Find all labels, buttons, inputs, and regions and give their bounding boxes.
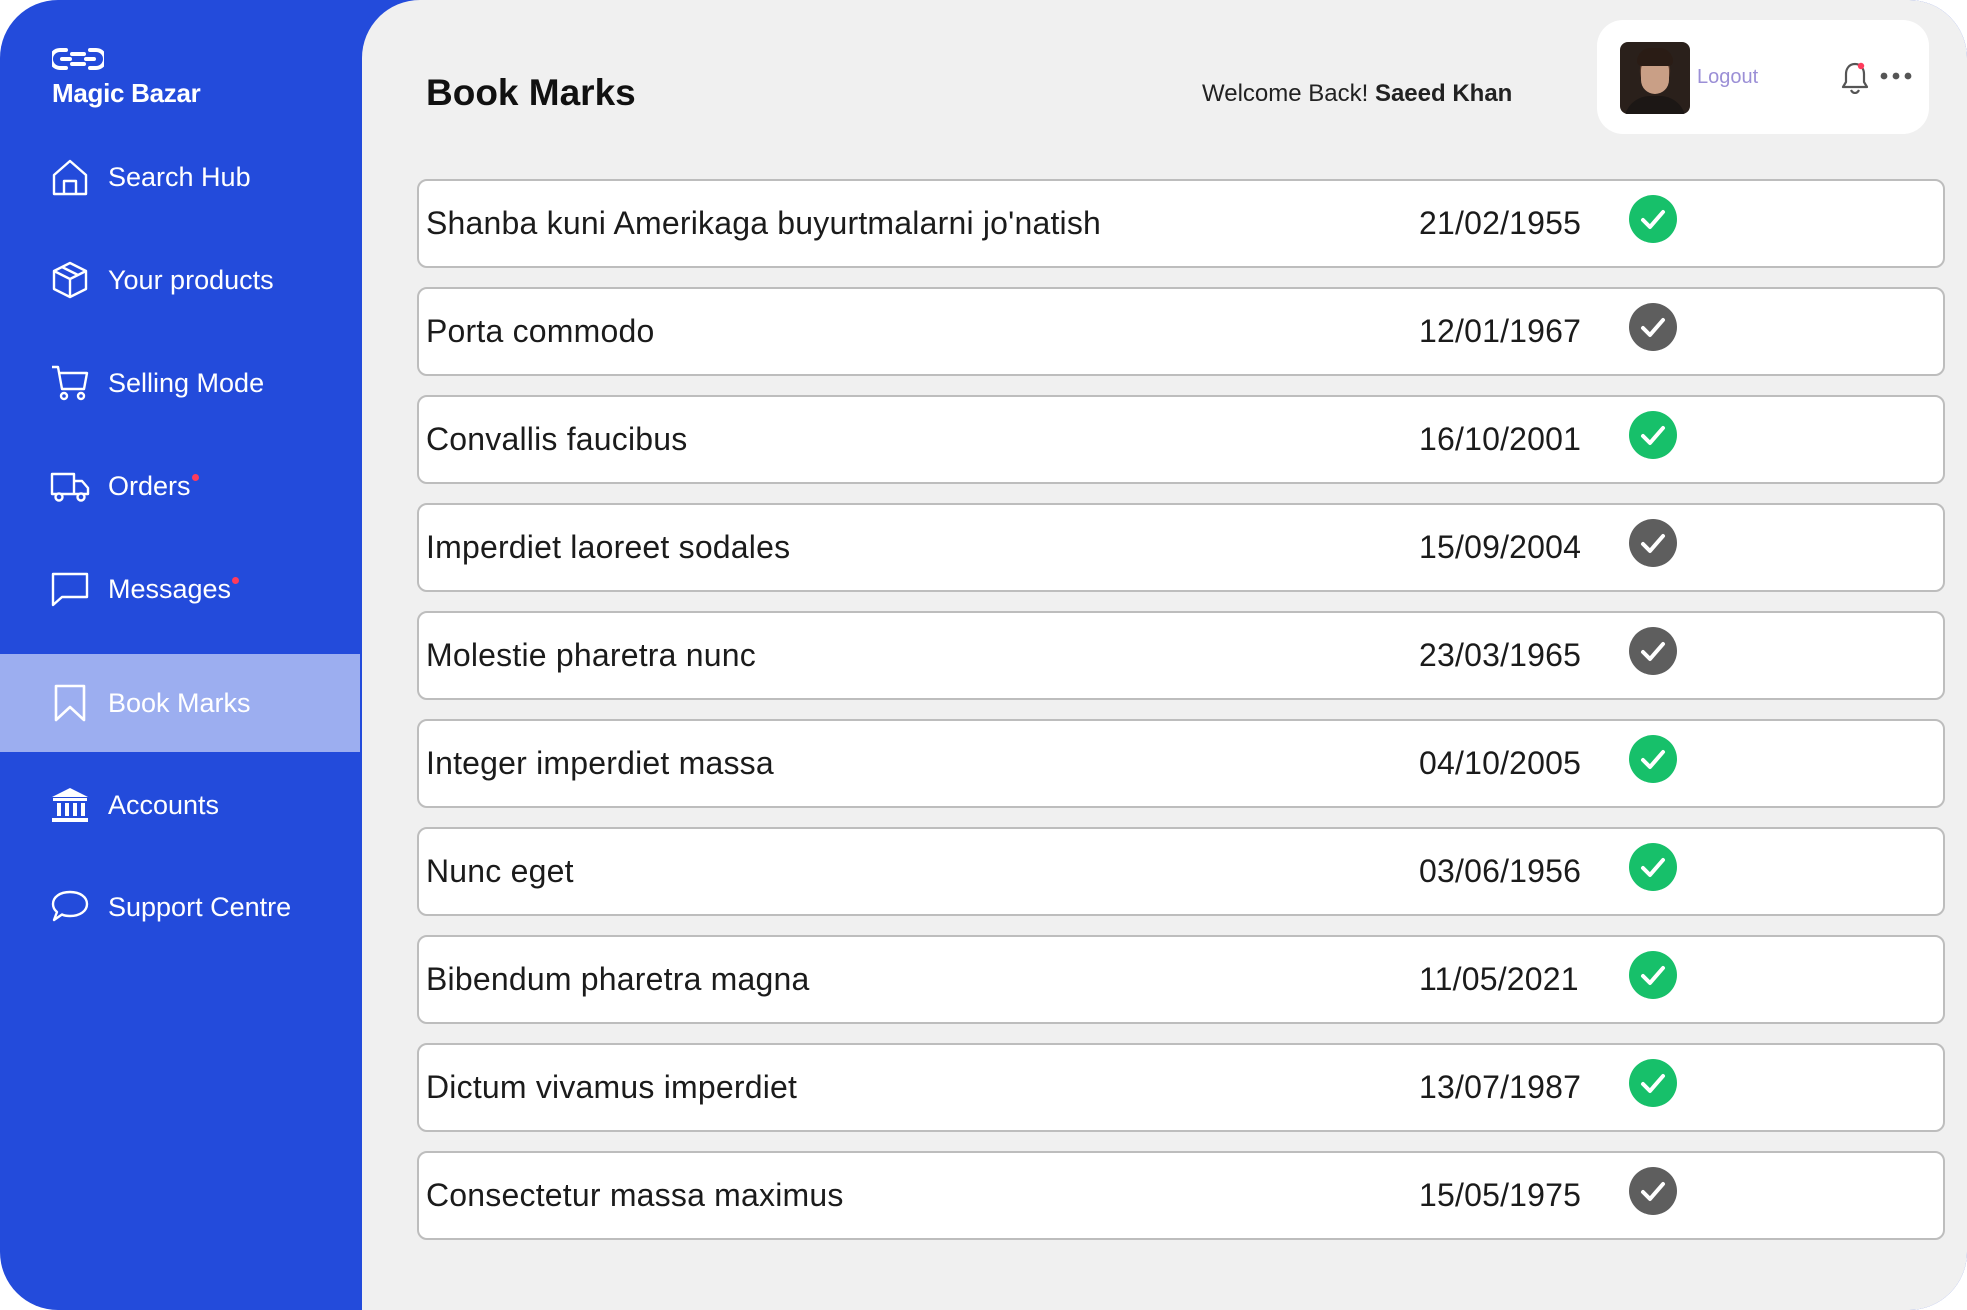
more-options-icon[interactable] (1879, 66, 1913, 86)
bookmark-row[interactable]: Dictum vivamus imperdiet 13/07/1987 (417, 1043, 1945, 1132)
avatar[interactable] (1620, 42, 1690, 114)
check-circle-icon[interactable] (1629, 1167, 1677, 1215)
chat-bubble-icon (50, 887, 90, 927)
bookmark-row[interactable]: Integer imperdiet massa 04/10/2005 (417, 719, 1945, 808)
bookmark-date: 21/02/1955 (1419, 205, 1582, 241)
bookmark-date: 11/05/2021 (1419, 961, 1579, 997)
bookmark-title: Convallis faucibus (426, 421, 688, 457)
check-circle-icon[interactable] (1629, 951, 1677, 999)
bookmark-title: Shanba kuni Amerikaga buyurtmalarni jo'n… (426, 205, 1102, 241)
bookmark-date: 12/01/1967 (1419, 313, 1582, 349)
bookmark-title: Integer imperdiet massa (426, 745, 774, 781)
bookmark-title: Nunc eget (426, 853, 574, 889)
brand-name: Magic Bazar (52, 78, 201, 108)
bookmark-date: 15/05/1975 (1419, 1177, 1582, 1213)
sidebar-item-label: Orders (108, 471, 199, 502)
sidebar-item-accounts[interactable]: Accounts (0, 756, 360, 854)
bookmark-title: Consectetur massa maximus (426, 1177, 844, 1213)
check-circle-icon[interactable] (1629, 519, 1677, 567)
welcome-prefix: Welcome Back! (1202, 80, 1369, 107)
bookmark-date: 23/03/1965 (1419, 637, 1582, 673)
message-icon (50, 569, 90, 609)
bookmark-date: 16/10/2001 (1419, 421, 1582, 457)
truck-icon (50, 466, 90, 506)
sidebar-item-label: Selling Mode (108, 367, 265, 398)
bookmark-row[interactable]: Porta commodo 12/01/1967 (417, 287, 1945, 376)
bookmark-title: Imperdiet laoreet sodales (426, 529, 791, 565)
notification-dot (191, 473, 199, 481)
home-icon (50, 157, 90, 197)
page-title: Book Marks (426, 72, 636, 113)
brand[interactable]: Magic Bazar (52, 46, 201, 109)
bookmark-date: 13/07/1987 (1419, 1069, 1582, 1105)
sidebar-item-label: Your products (108, 264, 274, 295)
bookmark-row[interactable]: Consectetur massa maximus 15/05/1975 (417, 1151, 1945, 1240)
bookmark-row[interactable]: Nunc eget 03/06/1956 (417, 827, 1945, 916)
check-circle-icon[interactable] (1629, 1059, 1677, 1107)
bookmark-date: 15/09/2004 (1419, 529, 1582, 565)
check-circle-icon[interactable] (1629, 411, 1677, 459)
bookmark-title: Porta commodo (426, 313, 655, 349)
check-circle-icon[interactable] (1629, 843, 1677, 891)
bookmark-date: 04/10/2005 (1419, 745, 1582, 781)
bookmark-title: Molestie pharetra nunc (426, 637, 756, 673)
sidebar-item-support-centre[interactable]: Support Centre (0, 858, 360, 956)
sidebar-item-selling-mode[interactable]: Selling Mode (0, 334, 360, 432)
bookmark-row[interactable]: Molestie pharetra nunc 23/03/1965 (417, 611, 1945, 700)
user-name: Saeed Khan (1374, 80, 1513, 107)
welcome-message: Welcome Back! Saeed Khan (1202, 80, 1512, 108)
bell-icon[interactable] (1840, 60, 1870, 94)
sidebar-item-label: Search Hub (108, 161, 251, 192)
sidebar-item-book-marks[interactable]: Book Marks (0, 654, 360, 752)
app-window: Magic Bazar Search Hub Your products Sel… (0, 0, 1967, 1310)
cart-icon (50, 363, 90, 403)
check-circle-icon[interactable] (1629, 195, 1677, 243)
logout-link[interactable]: Logout (1697, 66, 1758, 89)
bookmark-row[interactable]: Shanba kuni Amerikaga buyurtmalarni jo'n… (417, 179, 1945, 268)
sidebar-item-orders[interactable]: Orders (0, 437, 360, 535)
main-panel: Book Marks Welcome Back! Saeed Khan Logo… (362, 0, 1967, 1310)
infinity-link-icon (52, 48, 104, 70)
check-circle-icon[interactable] (1629, 735, 1677, 783)
bookmark-title: Bibendum pharetra magna (426, 961, 810, 997)
sidebar-item-label: Messages (108, 574, 240, 605)
check-circle-icon[interactable] (1629, 627, 1677, 675)
sidebar-item-label: Accounts (108, 789, 220, 820)
sidebar-item-search-hub[interactable]: Search Hub (0, 128, 360, 226)
bank-icon (50, 785, 90, 825)
notification-dot (232, 576, 240, 584)
bookmark-icon (50, 683, 90, 723)
bookmark-title: Dictum vivamus imperdiet (426, 1069, 798, 1105)
sidebar-item-label: Support Centre (108, 891, 292, 922)
box-icon (50, 260, 90, 300)
bookmark-row[interactable]: Bibendum pharetra magna 11/05/2021 (417, 935, 1945, 1024)
sidebar-item-your-products[interactable]: Your products (0, 231, 360, 329)
check-circle-icon[interactable] (1629, 303, 1677, 351)
user-card: Logout (1597, 20, 1929, 134)
bookmark-row[interactable]: Convallis faucibus 16/10/2001 (417, 395, 1945, 484)
bookmark-date: 03/06/1956 (1419, 853, 1582, 889)
sidebar-item-label: Book Marks (108, 687, 251, 718)
bookmark-row[interactable]: Imperdiet laoreet sodales 15/09/2004 (417, 503, 1945, 592)
sidebar-item-messages[interactable]: Messages (0, 540, 360, 638)
